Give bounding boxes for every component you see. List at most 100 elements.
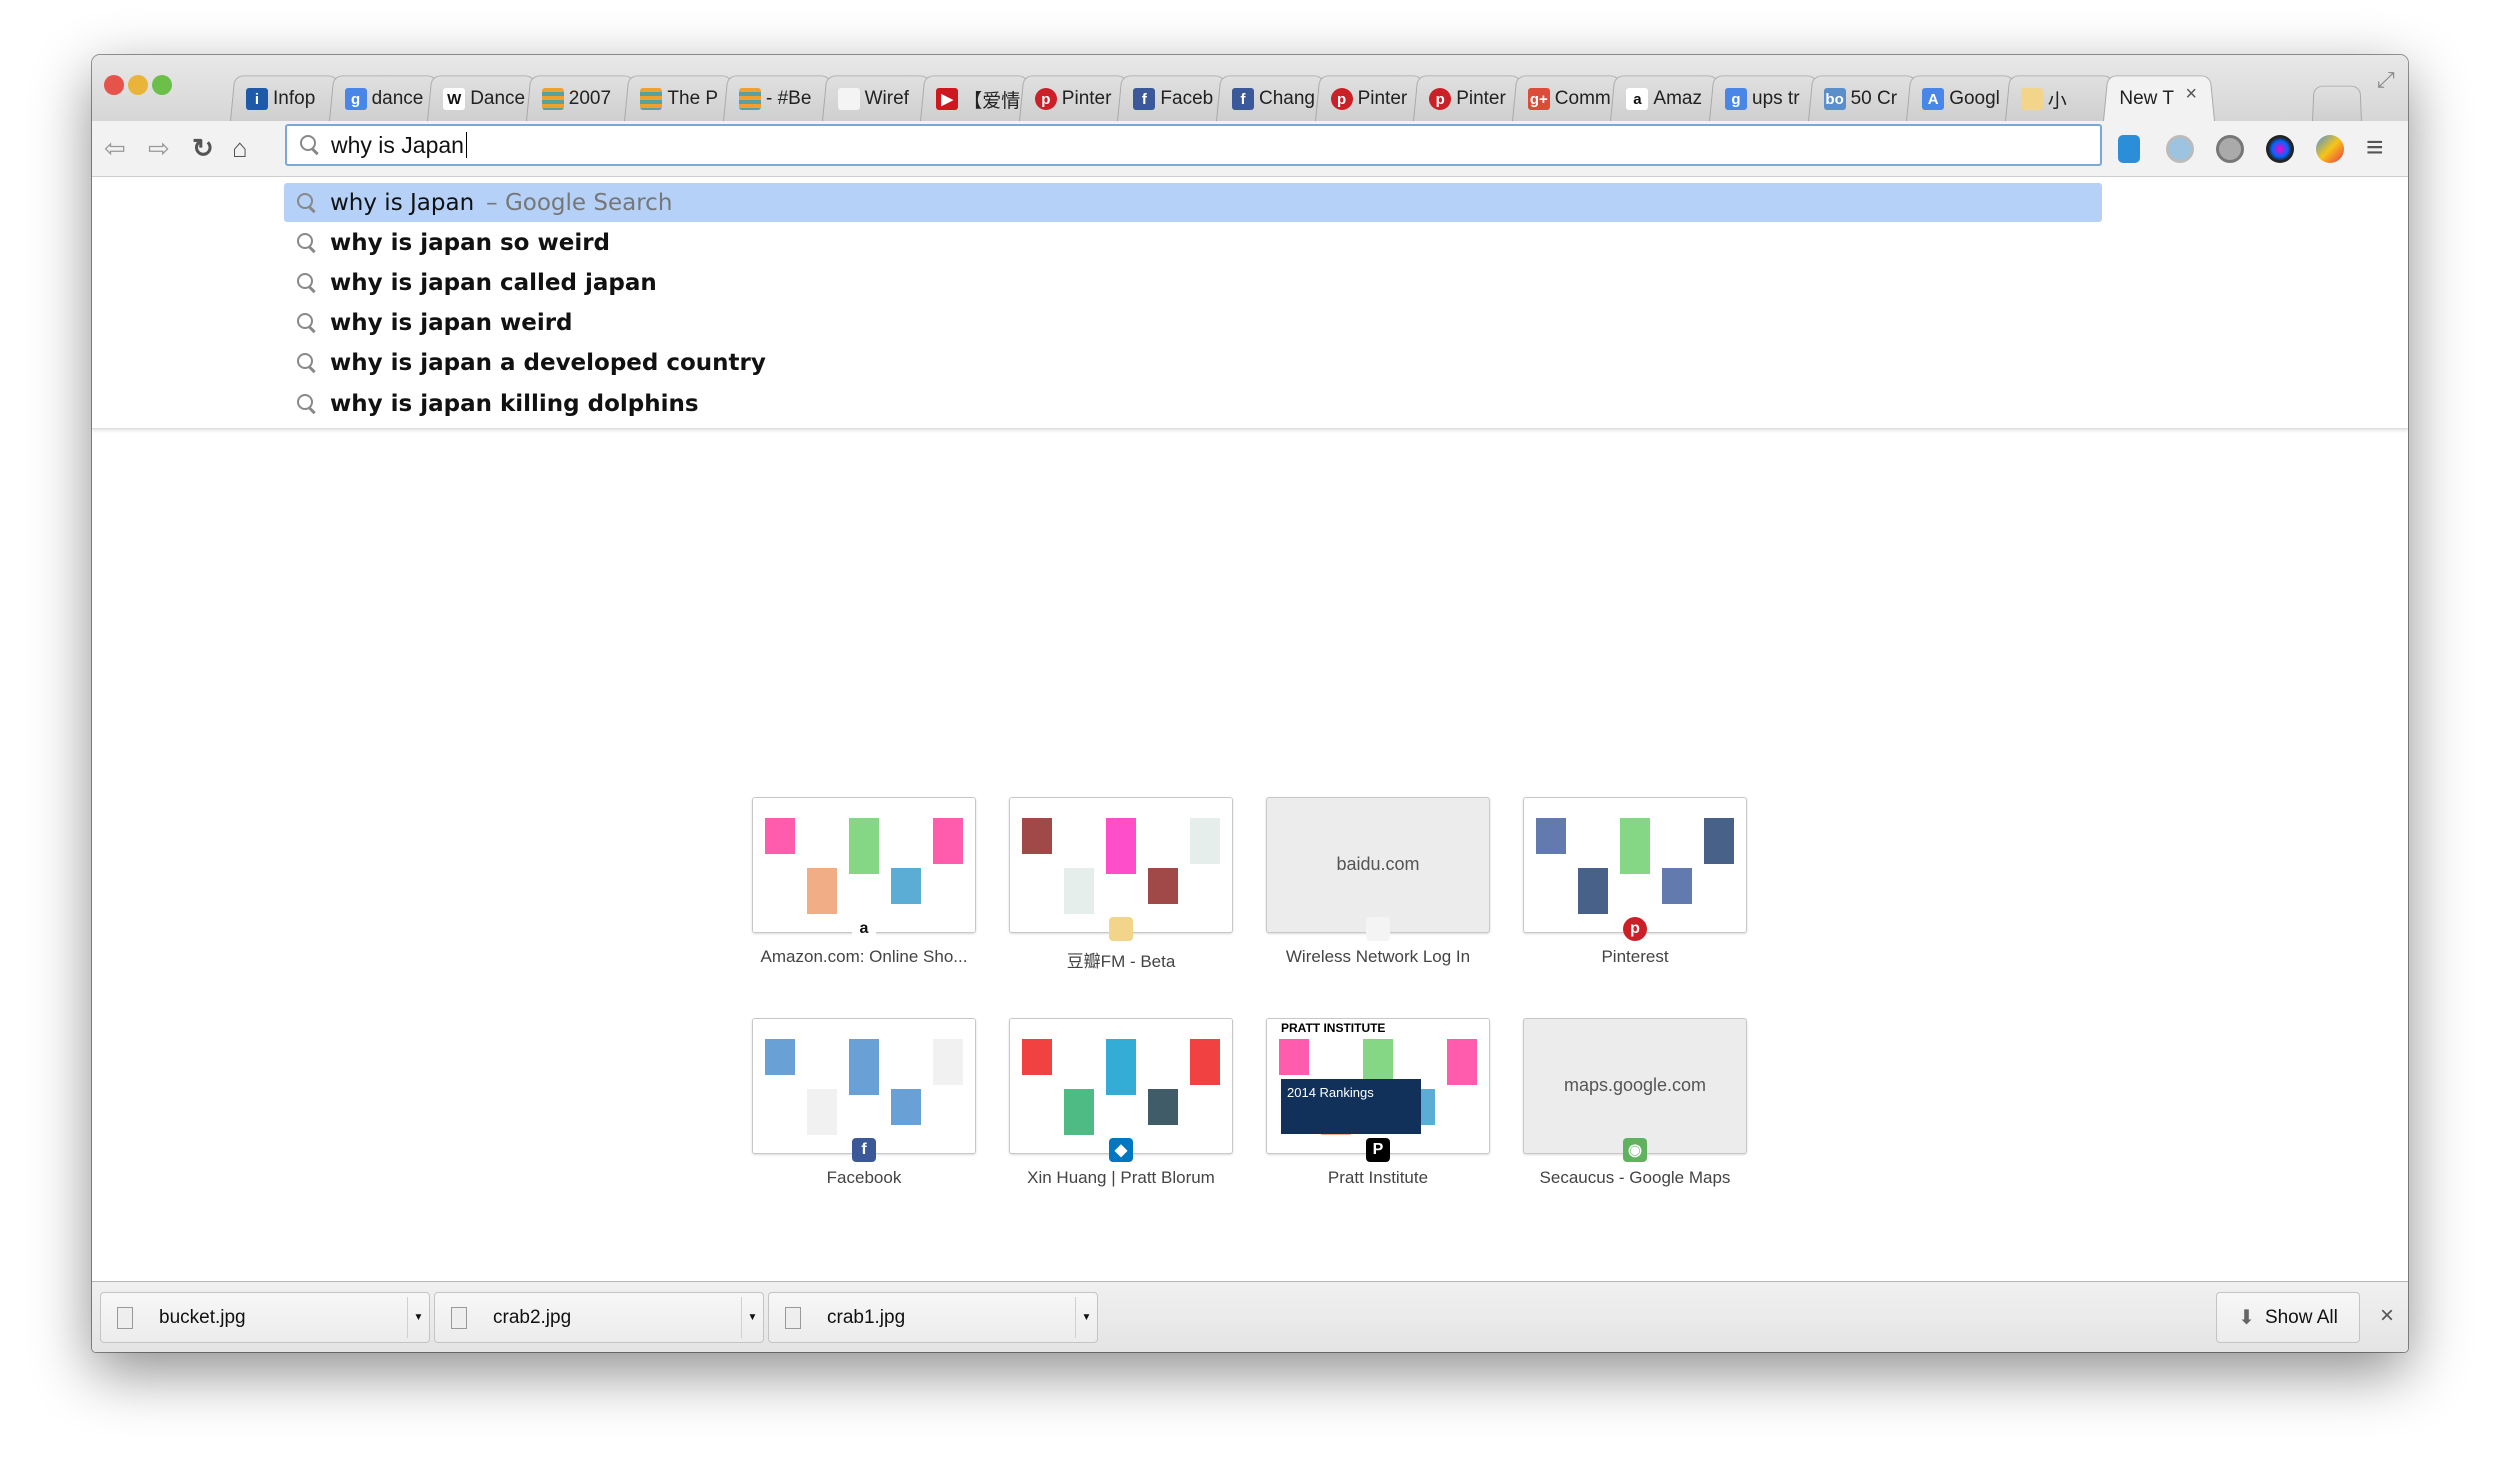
download-item[interactable]: crab1.jpg ▼ (768, 1292, 1098, 1343)
most-visited-title[interactable]: Amazon.com: Online Sho... (734, 947, 994, 967)
tab-title: New T (2119, 88, 2174, 109)
suggestion-item[interactable]: why is Japan – Google Search (284, 183, 2102, 222)
suggestion-suffix: – Google Search (486, 189, 673, 216)
most-visited-title[interactable]: Xin Huang | Pratt Blorum (991, 1168, 1251, 1188)
tab-label[interactable]: bo 50 Cr (1823, 81, 1908, 117)
minimize-window-button[interactable] (128, 75, 148, 95)
tab-title: Dance (470, 88, 526, 109)
menu-icon[interactable]: ≡ (2366, 131, 2384, 165)
most-visited-thumbnail[interactable]: baidu.com (1266, 797, 1490, 933)
reload-button[interactable]: ↻ (192, 133, 214, 164)
forward-button[interactable]: ⇨ (148, 133, 170, 164)
tab-label[interactable]: W Dance (443, 81, 527, 117)
radio-icon (1109, 917, 1133, 941)
tab-label[interactable]: g dance (344, 81, 429, 117)
close-download-bar-button[interactable]: × (2380, 1302, 2394, 1330)
tab-label[interactable]: a Amaz (1626, 81, 1710, 117)
new-tab-button[interactable] (2312, 85, 2362, 121)
text-cursor (465, 132, 467, 158)
tab-label[interactable]: New T (2119, 81, 2179, 117)
thumbnail-domain: baidu.com (1336, 854, 1420, 874)
suggestion-text: why is japan weird (330, 310, 573, 337)
dropdown-arrow-icon[interactable]: ▼ (407, 1297, 429, 1338)
zoom-window-button[interactable] (152, 75, 172, 95)
suggestion-item[interactable]: why is japan a developed country (284, 344, 2102, 383)
download-filename: crab2.jpg (493, 1306, 572, 1328)
tab-label[interactable]: ▶ 【爱情 (936, 81, 1020, 117)
drupal-icon: ◆ (1109, 1138, 1133, 1162)
tab-label[interactable]: g ups tr (1725, 81, 1809, 117)
search-icon (296, 312, 318, 334)
most-visited-thumbnail[interactable] (752, 1018, 976, 1154)
image-file-icon (785, 1306, 801, 1329)
tab-title: Comm (1554, 88, 1611, 109)
suggestion-item[interactable]: why is japan so weird (284, 223, 2102, 262)
most-visited-title[interactable]: 豆瓣FM - Beta (991, 947, 1251, 972)
most-visited-thumbnail[interactable]: maps.google.com (1523, 1018, 1747, 1154)
dropdown-arrow-icon[interactable]: ▼ (1075, 1297, 1097, 1338)
stripes-icon (739, 88, 761, 110)
tab-label[interactable]: - #Be (739, 81, 823, 117)
most-visited-title[interactable]: Facebook (734, 1168, 994, 1188)
tab-label[interactable]: Wiref (837, 81, 922, 117)
download-arrow-icon: ⬇ (2238, 1307, 2255, 1329)
tab-label[interactable]: p Pinter (1034, 81, 1119, 117)
image-file-icon (451, 1306, 467, 1329)
translate-icon: A (1922, 88, 1945, 110)
suggestion-text: why is japan killing dolphins (330, 390, 699, 417)
color-picker-extension-icon[interactable] (2266, 135, 2294, 163)
sync-extension-icon[interactable] (2166, 135, 2194, 163)
download-item[interactable]: bucket.jpg ▼ (100, 1292, 430, 1343)
speaker-extension-icon[interactable] (2118, 135, 2140, 163)
info-icon: i (246, 88, 268, 110)
fullscreen-icon[interactable]: ⤢ (2377, 67, 2395, 93)
home-button[interactable]: ⌂ (232, 133, 248, 164)
most-visited-thumbnail[interactable] (752, 797, 976, 933)
close-tab-icon[interactable]: × (2185, 83, 2197, 106)
image-file-icon (117, 1306, 133, 1329)
dropdown-arrow-icon[interactable]: ▼ (741, 1297, 763, 1338)
tab-label[interactable]: g+ Comm (1527, 81, 1612, 117)
document-icon (1366, 917, 1390, 941)
tab-label[interactable]: p Pinter (1429, 81, 1513, 117)
facebook-icon: f (1232, 88, 1254, 110)
tab-label[interactable]: 2007 (541, 81, 626, 117)
suggestion-text: why is japan a developed country (330, 350, 766, 377)
pinterest-icon: p (1330, 88, 1353, 110)
close-window-button[interactable] (104, 75, 124, 95)
tab-label[interactable]: f Faceb (1133, 81, 1217, 117)
tab-title: Amaz (1653, 88, 1702, 109)
suggestion-item[interactable]: why is japan killing dolphins (284, 384, 2102, 423)
tab-label[interactable]: The P (640, 81, 724, 117)
tab-strip: i Infop g dance W Dance 2007 The P - #Be Wi… (92, 55, 2408, 121)
film-reel-extension-icon[interactable] (2216, 135, 2244, 163)
tab-label[interactable]: A Googl (1922, 81, 2006, 117)
radio-icon (2020, 88, 2043, 110)
most-visited-thumbnail[interactable]: PRATT INSTITUTE 2014 Rankings (1266, 1018, 1490, 1154)
most-visited-thumbnail[interactable] (1009, 797, 1233, 933)
omnibox-text[interactable]: why is Japan (331, 132, 464, 159)
most-visited-title[interactable]: Pinterest (1505, 947, 1765, 967)
tab-title: ups tr (1752, 88, 1800, 109)
suggestion-item[interactable]: why is japan weird (284, 304, 2102, 343)
checkmark-extension-icon[interactable] (2316, 135, 2344, 163)
tab-label[interactable]: i Infop (246, 81, 330, 117)
tab-label[interactable]: f Chang (1232, 81, 1316, 117)
omnibox[interactable]: why is Japan (285, 124, 2102, 166)
tab-title: Wiref (864, 88, 909, 109)
most-visited-title[interactable]: Pratt Institute (1248, 1168, 1508, 1188)
most-visited-thumbnail[interactable] (1523, 797, 1747, 933)
tab-label[interactable]: p Pinter (1330, 81, 1415, 117)
most-visited-title[interactable]: Wireless Network Log In (1248, 947, 1508, 967)
suggestion-item[interactable]: why is japan called japan (284, 263, 2102, 302)
facebook-icon: f (1133, 88, 1156, 110)
pinterest-icon: p (1429, 88, 1452, 110)
suggestion-text: why is japan so weird (330, 229, 611, 256)
most-visited-thumbnail[interactable] (1009, 1018, 1233, 1154)
show-all-downloads-button[interactable]: ⬇ Show All (2216, 1292, 2360, 1343)
tab-label[interactable]: 小 (2020, 81, 2105, 117)
download-item[interactable]: crab2.jpg ▼ (434, 1292, 764, 1343)
most-visited-title[interactable]: Secaucus - Google Maps (1505, 1168, 1765, 1188)
back-button[interactable]: ⇦ (104, 133, 126, 164)
download-filename: crab1.jpg (827, 1306, 906, 1328)
